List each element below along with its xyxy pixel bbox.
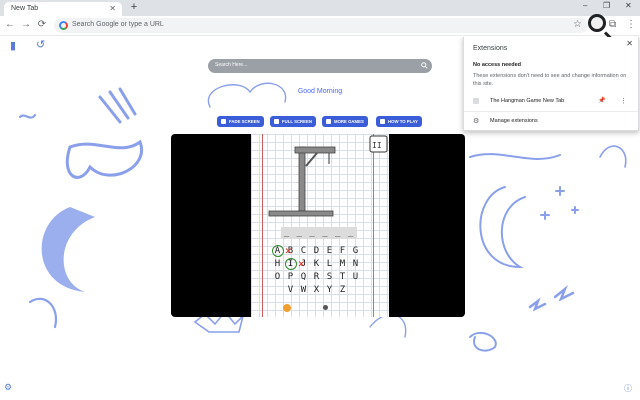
- letter-key[interactable]: Q: [297, 272, 310, 285]
- search-placeholder: Search Here...: [215, 62, 248, 68]
- letter-row: HIJKLMN: [271, 257, 371, 272]
- extension-name: The Hangman Game New Tab: [490, 98, 565, 104]
- extension-icon: [473, 98, 479, 104]
- letter-key[interactable]: E: [323, 246, 336, 259]
- letter-key[interactable]: P: [284, 272, 297, 285]
- extensions-puzzle-icon[interactable]: ⧉: [609, 19, 616, 30]
- search-icon[interactable]: [421, 62, 428, 69]
- minimize-button[interactable]: –: [583, 1, 587, 10]
- extensions-title: Extensions: [473, 45, 508, 52]
- game-paper: II _ _ _ _ _ _ ABCDEFGHIJKLMNOPQRSTUVWXY…: [251, 134, 389, 317]
- svg-text:II: II: [372, 141, 382, 150]
- letter-key[interactable]: O: [271, 272, 284, 285]
- fullscreen-icon: [274, 119, 279, 124]
- how-to-play-button[interactable]: HOW TO PLAY: [376, 116, 422, 127]
- letter-row: ABCDEFG: [271, 244, 371, 259]
- new-tab-button[interactable]: +: [128, 1, 140, 13]
- bookmark-star-icon[interactable]: ☆: [573, 19, 582, 30]
- info-small-icon: [380, 119, 385, 124]
- manage-extensions-row[interactable]: ⚙ Manage extensions: [473, 117, 633, 127]
- more-games-label: MORE GAMES: [334, 119, 364, 124]
- letter-key[interactable]: L: [323, 259, 336, 272]
- reload-button[interactable]: ⟳: [36, 19, 48, 30]
- no-access-description: These extensions don't need to see and c…: [473, 73, 627, 87]
- full-screen-button[interactable]: FULL SCREEN: [270, 116, 317, 127]
- letter-row: VWXYZ: [271, 285, 371, 298]
- letter-key[interactable]: V: [284, 285, 297, 298]
- fade-screen-label: FADE SCREEN: [229, 119, 260, 124]
- letter-key[interactable]: Z: [336, 285, 349, 298]
- more-options-icon[interactable]: ⋮: [620, 97, 627, 105]
- hangman-game[interactable]: II _ _ _ _ _ _ ABCDEFGHIJKLMNOPQRSTUVWXY…: [171, 134, 465, 317]
- gallows-drawing: II: [268, 135, 388, 217]
- extensions-popup: Extensions ✕ No access needed These exte…: [463, 37, 639, 131]
- word-slots: _ _ _ _ _ _: [281, 227, 357, 239]
- new-tab-page: ▮ ↺ ⚙ ⓘ 7° Search Here... Good Morning F…: [0, 37, 640, 400]
- info-icon[interactable]: ⓘ: [624, 383, 632, 394]
- letter-key[interactable]: Y: [323, 285, 336, 298]
- bookmark-icon[interactable]: ▮: [10, 39, 16, 52]
- history-icon[interactable]: ↺: [36, 38, 45, 51]
- letter-key[interactable]: M: [336, 259, 349, 272]
- gear-icon: ⚙: [473, 118, 480, 125]
- letter-key[interactable]: W: [297, 285, 310, 298]
- omnibox-placeholder: Search Google or type a URL: [72, 21, 164, 28]
- page-search-bar[interactable]: Search Here...: [208, 59, 432, 73]
- restore-button[interactable]: ❐: [603, 1, 610, 10]
- forward-button[interactable]: →: [20, 19, 32, 30]
- full-screen-label: FULL SCREEN: [282, 119, 313, 124]
- letter-key[interactable]: N: [349, 259, 362, 272]
- tab-strip: New Tab ✕ + – ❐ ✕: [0, 0, 640, 16]
- magnifier-cursor-icon: [588, 14, 606, 32]
- settings-icon[interactable]: ⚙: [4, 382, 12, 393]
- letter-key[interactable]: K: [310, 259, 323, 272]
- manage-extensions-label: Manage extensions: [490, 118, 538, 124]
- back-button[interactable]: ←: [4, 19, 16, 30]
- extension-row[interactable]: The Hangman Game New Tab 📌 ⋮: [473, 97, 633, 107]
- letter-key[interactable]: X: [310, 285, 323, 298]
- pin-icon[interactable]: 📌: [598, 97, 605, 104]
- greeting-text: Good Morning: [297, 88, 343, 95]
- browser-toolbar: ← → ⟳ Search Google or type a URL ☆ ⧉ ⋮: [0, 16, 640, 36]
- more-games-button[interactable]: MORE GAMES: [322, 116, 368, 127]
- gamepad-icon: [326, 119, 331, 124]
- letter-key[interactable]: F: [336, 246, 349, 259]
- dot-icon: [323, 305, 328, 310]
- tab-title: New Tab: [11, 5, 39, 12]
- how-to-play-label: HOW TO PLAY: [388, 119, 418, 124]
- letter-key[interactable]: R: [310, 272, 323, 285]
- letter-key[interactable]: H: [271, 259, 284, 272]
- fade-icon: [221, 119, 226, 124]
- tab-close-icon[interactable]: ✕: [109, 4, 116, 13]
- letter-key[interactable]: D: [310, 246, 323, 259]
- omnibox[interactable]: Search Google or type a URL ☆: [54, 18, 588, 33]
- letter-key[interactable]: S: [323, 272, 336, 285]
- letter-key[interactable]: T: [336, 272, 349, 285]
- letter-key[interactable]: I: [284, 258, 297, 272]
- close-window-button[interactable]: ✕: [625, 1, 632, 10]
- letter-key[interactable]: U: [349, 272, 362, 285]
- coin-icon: [283, 304, 291, 312]
- divider: [464, 111, 638, 112]
- letter-row: OPQRSTU: [271, 272, 371, 285]
- letter-key[interactable]: A: [271, 245, 284, 259]
- letter-key[interactable]: J: [297, 257, 310, 272]
- close-icon[interactable]: ✕: [626, 39, 633, 48]
- browser-menu-icon[interactable]: ⋮: [626, 19, 636, 30]
- tab-new-tab[interactable]: New Tab ✕: [4, 2, 122, 16]
- google-icon: [59, 21, 68, 30]
- letter-key[interactable]: G: [349, 246, 362, 259]
- fade-screen-button[interactable]: FADE SCREEN: [217, 116, 264, 127]
- letter-grid: ABCDEFGHIJKLMNOPQRSTUVWXYZ: [271, 244, 371, 298]
- no-access-heading: No access needed: [473, 62, 521, 68]
